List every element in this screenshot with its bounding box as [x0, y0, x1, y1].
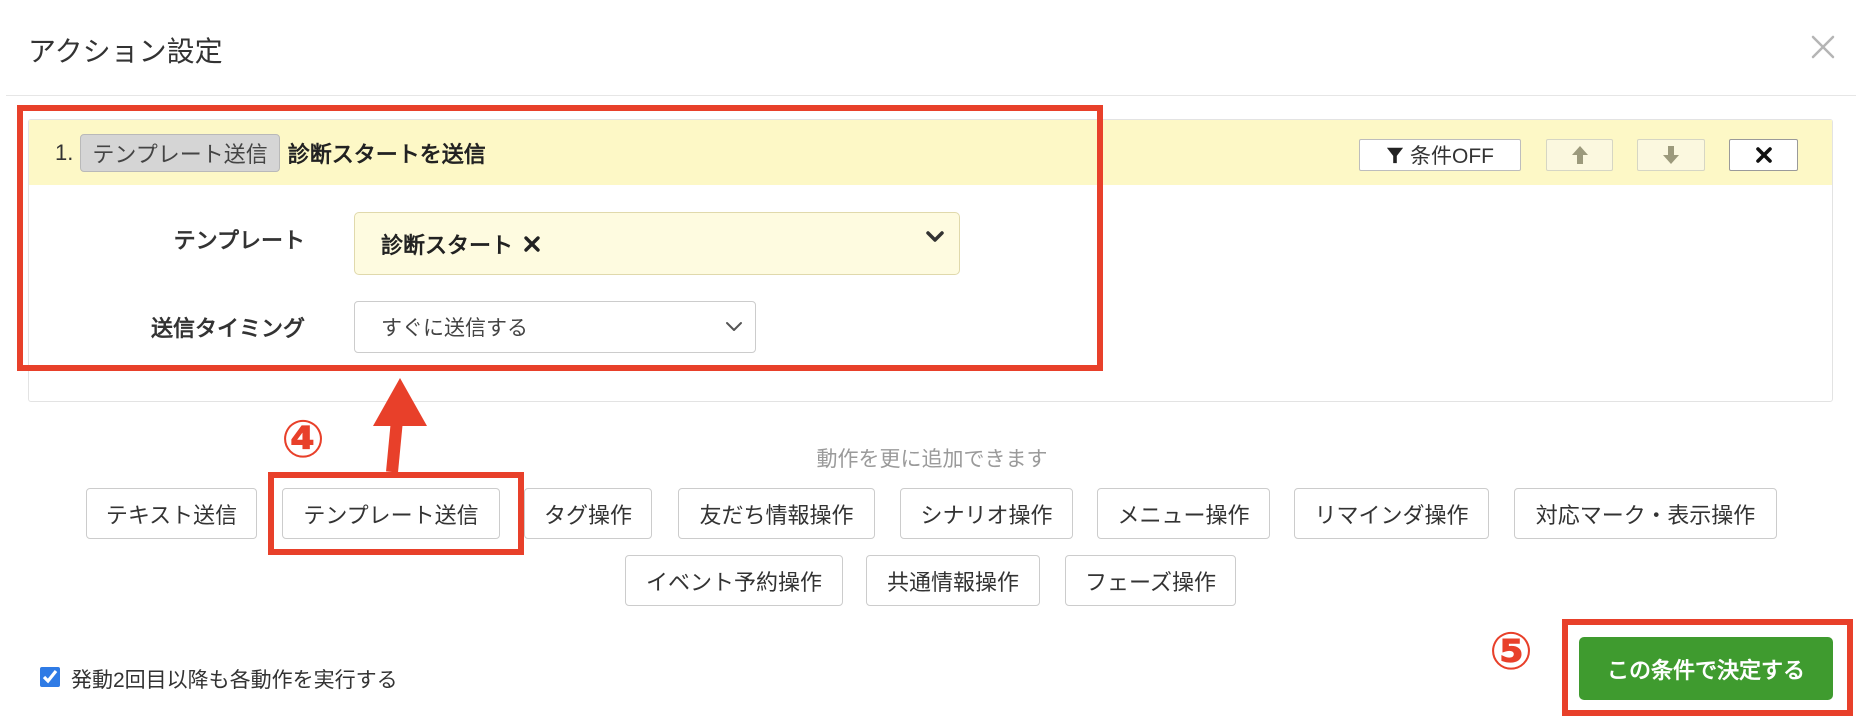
- timing-select[interactable]: すぐに送信する: [354, 301, 756, 353]
- step-5-label: ⑤: [1489, 623, 1534, 681]
- move-down-button[interactable]: [1637, 139, 1705, 171]
- annotation-arrow: [373, 378, 427, 473]
- add-text-send-button[interactable]: テキスト送信: [86, 488, 257, 539]
- add-friend-info-button[interactable]: 友だち情報操作: [678, 488, 875, 539]
- delete-icon: [1755, 147, 1772, 163]
- filter-icon: [1386, 147, 1404, 164]
- template-select[interactable]: 診断スタート: [354, 212, 960, 275]
- add-phase-button[interactable]: フェーズ操作: [1065, 555, 1236, 606]
- action-type-badge: テンプレート送信: [80, 133, 280, 172]
- timing-selected-value: すぐに送信する: [381, 317, 528, 340]
- chevron-down-icon: [726, 322, 742, 331]
- close-icon: [1811, 35, 1835, 59]
- action-panel: 1. テンプレート送信 診断スタートを送信 条件OFF テンプレート 診断スター…: [28, 119, 1833, 402]
- dialog-title: アクション設定: [28, 36, 223, 67]
- confirm-condition-button[interactable]: この条件で決定する: [1579, 637, 1833, 700]
- template-label: テンプレート: [173, 228, 305, 253]
- condition-toggle-button[interactable]: 条件OFF: [1359, 139, 1521, 171]
- template-selected-value: 診断スタート: [381, 232, 514, 258]
- add-reminder-button[interactable]: リマインダ操作: [1294, 488, 1489, 539]
- add-common-info-button[interactable]: 共通情報操作: [866, 555, 1040, 606]
- arrow-up-icon: [1571, 146, 1588, 164]
- add-menu-button[interactable]: メニュー操作: [1097, 488, 1270, 539]
- chevron-down-icon: [926, 231, 944, 242]
- arrow-down-icon: [1663, 146, 1679, 164]
- repeat-actions-label[interactable]: 発動2回目以降も各動作を実行する: [71, 664, 398, 694]
- step-4-label: ④: [281, 411, 326, 469]
- add-event-booking-button[interactable]: イベント予約操作: [625, 555, 843, 606]
- move-up-button[interactable]: [1546, 139, 1613, 171]
- close-button[interactable]: [1806, 30, 1840, 64]
- add-scenario-button[interactable]: シナリオ操作: [900, 488, 1073, 539]
- add-template-send-button[interactable]: テンプレート送信: [282, 488, 500, 539]
- clear-icon[interactable]: [523, 235, 541, 253]
- action-summary: 診断スタートを送信: [287, 141, 486, 167]
- action-index: 1.: [55, 139, 74, 165]
- repeat-actions-checkbox[interactable]: [40, 667, 60, 687]
- add-mark-display-button[interactable]: 対応マーク・表示操作: [1514, 488, 1777, 539]
- header-divider: [6, 95, 1856, 96]
- action-settings-dialog: アクション設定 1. テンプレート送信 診断スタートを送信 条件OFF テンプレ…: [0, 0, 1856, 726]
- action-header: 1. テンプレート送信 診断スタートを送信 条件OFF: [29, 120, 1832, 185]
- condition-toggle-label: 条件OFF: [1410, 145, 1494, 168]
- timing-label: 送信タイミング: [150, 316, 305, 341]
- add-tag-operation-button[interactable]: タグ操作: [524, 488, 652, 539]
- add-action-hint: 動作を更に追加できます: [816, 448, 1048, 471]
- delete-action-button[interactable]: [1729, 139, 1798, 171]
